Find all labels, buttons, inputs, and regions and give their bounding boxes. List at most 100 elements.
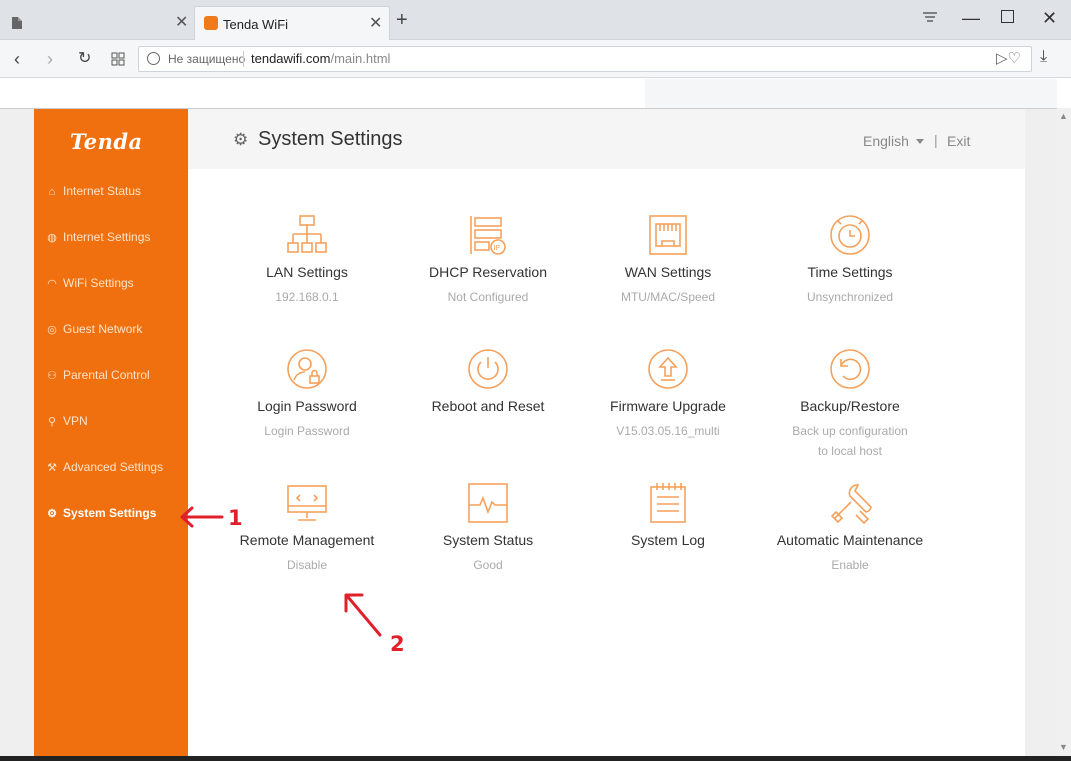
tile-backup-restore[interactable]: Backup/Restore Back up configuration to …: [760, 347, 940, 461]
tile-status: Unsynchronized: [806, 290, 894, 304]
url-host: tendawifi.com: [251, 51, 331, 66]
minimize-icon[interactable]: —: [962, 8, 980, 28]
close-window-icon[interactable]: ✕: [1042, 8, 1057, 28]
address-separator: [243, 51, 244, 67]
language-select[interactable]: English: [863, 133, 909, 149]
sidebar-item-label: VPN: [63, 414, 88, 428]
vpn-icon: ⚲: [47, 416, 57, 428]
tab-title: Tenda WiFi: [223, 17, 289, 32]
send-icon[interactable]: ▷: [996, 50, 1008, 67]
browser-tab-inactive[interactable]: ✕: [0, 5, 193, 40]
tile-lan-settings[interactable]: LAN Settings 192.168.0.1: [217, 213, 397, 307]
tile-label: Time Settings: [807, 264, 893, 280]
scroll-up-icon[interactable]: ▲: [1059, 111, 1068, 121]
page-top-strip-shade: [645, 79, 1057, 108]
tile-remote-management[interactable]: Remote Management Disable: [217, 481, 397, 575]
sidebar-item-label: Parental Control: [63, 368, 150, 382]
tile-firmware-upgrade[interactable]: Firmware Upgrade V15.03.05.16_multi: [578, 347, 758, 441]
sidebar-item-internet-status[interactable]: ⌂ Internet Status: [46, 184, 141, 204]
tile-wan-settings[interactable]: WAN Settings MTU/MAC/Speed: [578, 213, 758, 307]
tab-menu-icon[interactable]: [922, 11, 938, 25]
tile-label: Remote Management: [239, 532, 375, 548]
tile-status: Enable: [831, 558, 869, 572]
power-icon: [468, 349, 508, 389]
exit-link[interactable]: Exit: [947, 133, 970, 149]
scroll-down-icon[interactable]: ▼: [1059, 742, 1068, 752]
sidebar-item-internet-settings[interactable]: ◍ Internet Settings: [46, 230, 150, 250]
tile-status: MTU/MAC/Speed: [620, 290, 716, 304]
forward-arrow-icon[interactable]: ›: [47, 49, 53, 69]
tile-label: Login Password: [257, 398, 357, 414]
browser-tab-bar: ✕ Tenda WiFi ✕ + — ✕: [0, 0, 1071, 40]
tile-dhcp-reservation[interactable]: IP DHCP Reservation Not Configured: [398, 213, 578, 307]
svg-text:IP: IP: [494, 244, 500, 252]
tile-reboot-and-reset[interactable]: Reboot and Reset: [398, 347, 578, 421]
sidebar-item-label: Advanced Settings: [63, 460, 164, 474]
dhcp-icon: IP: [470, 216, 506, 255]
tile-label: WAN Settings: [624, 264, 712, 280]
tenda-logo: Tenda: [70, 129, 143, 154]
tile-time-settings[interactable]: Time Settings Unsynchronized: [760, 213, 940, 307]
main-header: ⚙ System Settings English | Exit: [188, 109, 1025, 169]
tab-close-icon[interactable]: ✕: [175, 15, 188, 31]
sidebar-item-label: Internet Settings: [63, 230, 151, 244]
tile-label: Firmware Upgrade: [610, 398, 726, 414]
gear-icon: ⚙: [233, 130, 249, 149]
upgrade-icon: [648, 349, 688, 389]
download-icon[interactable]: ⤓: [1040, 48, 1047, 66]
chevron-down-icon[interactable]: [916, 139, 924, 144]
tile-login-password[interactable]: Login Password Login Password: [217, 347, 397, 441]
tile-status: Disable: [286, 558, 328, 572]
grid-icon[interactable]: [111, 52, 125, 66]
address-actions: ▷♡: [996, 49, 1021, 67]
tab-close-icon[interactable]: ✕: [369, 16, 382, 32]
sidebar-item-label: Guest Network: [63, 322, 143, 336]
gear-icon: ⚙: [47, 508, 57, 520]
new-tab-button[interactable]: +: [396, 10, 408, 30]
sidebar-item-guest-network[interactable]: ◎ Guest Network: [46, 322, 142, 342]
reload-icon[interactable]: ↻: [78, 49, 91, 69]
main-panel: ⚙ System Settings English | Exit LAN Set…: [188, 109, 1025, 756]
browser-tab-active[interactable]: Tenda WiFi ✕: [194, 6, 390, 40]
tile-system-log[interactable]: System Log: [578, 481, 758, 555]
lan-icon: [287, 215, 327, 253]
tools-icon: [830, 484, 872, 525]
taskbar-edge: [0, 756, 1071, 761]
tile-status: Login Password: [264, 424, 350, 438]
wrench-icon: ⚒: [47, 462, 57, 474]
sidebar-item-wifi-settings[interactable]: ◠ WiFi Settings: [46, 276, 134, 296]
monitor-icon: [287, 485, 327, 521]
sidebar-item-advanced-settings[interactable]: ⚒ Advanced Settings: [46, 460, 163, 480]
tile-label: System Status: [442, 532, 534, 548]
router-icon: ⌂: [48, 186, 56, 198]
user-lock-icon: [287, 349, 327, 389]
sidebar-item-system-settings[interactable]: ⚙ System Settings: [46, 506, 156, 526]
tile-status: Not Configured: [447, 290, 529, 304]
annotation-arrow-2: [344, 593, 382, 637]
tile-system-status[interactable]: System Status Good: [398, 481, 578, 575]
sidebar-item-parental-control[interactable]: ⚇ Parental Control: [46, 368, 150, 388]
tile-label: Automatic Maintenance: [776, 532, 924, 548]
globe-icon: ◍: [47, 232, 57, 244]
backup-icon: [830, 349, 870, 389]
tile-status: Good: [473, 558, 503, 572]
clock-icon: [830, 215, 870, 255]
tile-status: V15.03.05.16_multi: [616, 424, 720, 438]
back-arrow-icon[interactable]: ‹: [14, 49, 20, 69]
page-title: System Settings: [258, 128, 403, 150]
vertical-scrollbar[interactable]: ▲ ▼: [1057, 108, 1071, 756]
url-path: /main.html: [330, 51, 391, 66]
security-label: Не защищено: [168, 52, 246, 66]
document-icon: [12, 17, 22, 29]
sidebar-item-label: WiFi Settings: [63, 276, 134, 290]
sidebar-item-vpn[interactable]: ⚲ VPN: [46, 414, 88, 434]
address-bar[interactable]: Не защищено tendawifi.com/main.html ▷♡: [138, 46, 1032, 72]
tile-label: Reboot and Reset: [431, 398, 545, 414]
tile-label: LAN Settings: [266, 264, 348, 280]
maximize-icon[interactable]: [1001, 10, 1014, 23]
parental-icon: ⚇: [47, 370, 57, 382]
header-separator: |: [934, 132, 938, 148]
tile-automatic-maintenance[interactable]: Automatic Maintenance Enable: [760, 481, 940, 575]
heart-icon[interactable]: ♡: [1008, 50, 1021, 67]
url-text[interactable]: tendawifi.com/main.html: [251, 51, 390, 66]
